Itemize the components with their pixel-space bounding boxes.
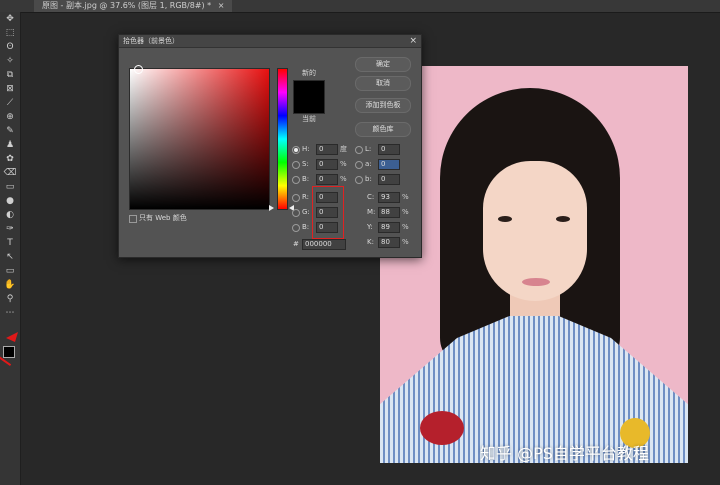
- lasso-tool-icon[interactable]: ʘ: [3, 42, 17, 52]
- tab-close-icon[interactable]: ×: [218, 1, 225, 10]
- eyedropper-tool-icon[interactable]: ⟋: [3, 98, 17, 108]
- frame-tool-icon[interactable]: ⊠: [3, 84, 17, 94]
- red-label: R:: [302, 193, 310, 201]
- marquee-tool-icon[interactable]: ⬚: [3, 28, 17, 38]
- blue-label: B:: [302, 223, 310, 231]
- cyan-label: C:: [367, 193, 375, 201]
- document-tab[interactable]: 原图 - 副本.jpg @ 37.6% (图层 1, RGB/8#) * ×: [34, 0, 233, 12]
- healing-brush-tool-icon[interactable]: ⊕: [3, 112, 17, 122]
- type-tool-icon[interactable]: T: [3, 238, 17, 248]
- close-icon[interactable]: ×: [409, 35, 417, 47]
- path-select-tool-icon[interactable]: ↖: [3, 252, 17, 262]
- b-channel-input[interactable]: 0: [378, 174, 400, 185]
- cyan-input[interactable]: 93: [378, 192, 400, 203]
- eraser-tool-icon[interactable]: ⌫: [3, 168, 17, 178]
- watermark: 知乎 @PS自学平台教程: [480, 444, 649, 463]
- green-label: G:: [302, 208, 310, 216]
- percent-unit: %: [402, 193, 409, 201]
- magenta-input[interactable]: 88: [378, 207, 400, 218]
- magenta-label: M:: [367, 208, 376, 216]
- ok-button[interactable]: 确定: [355, 57, 411, 72]
- brush-tool-icon[interactable]: ✎: [3, 126, 17, 136]
- hue-label: H:: [302, 145, 310, 153]
- black-input[interactable]: 80: [378, 237, 400, 248]
- red-radio[interactable]: [292, 194, 300, 202]
- a-channel-label: a:: [365, 160, 372, 168]
- dialog-title-bar[interactable]: 拾色器（前景色） ×: [119, 35, 421, 48]
- saturation-label: S:: [302, 160, 309, 168]
- photo-lips: [522, 278, 550, 286]
- percent-unit: %: [402, 223, 409, 231]
- dialog-title: 拾色器（前景色）: [123, 37, 179, 45]
- photo-right-eye: [556, 216, 570, 222]
- blur-tool-icon[interactable]: ●: [3, 196, 17, 206]
- hue-slider-left-handle[interactable]: [269, 205, 274, 211]
- move-tool-icon[interactable]: ✥: [3, 14, 17, 24]
- color-field[interactable]: [129, 65, 270, 210]
- brightness-radio[interactable]: [292, 176, 300, 184]
- color-libraries-button[interactable]: 颜色库: [355, 122, 411, 137]
- tools-panel: ✥ ⬚ ʘ ✧ ⧉ ⊠ ⟋ ⊕ ✎ ♟ ✿ ⌫ ▭ ● ◐ ✑ T ↖ ▭ ✋ …: [0, 12, 21, 485]
- b-channel-radio[interactable]: [355, 176, 363, 184]
- quick-select-tool-icon[interactable]: ✧: [3, 56, 17, 66]
- saturation-input[interactable]: 0: [316, 159, 338, 170]
- green-radio[interactable]: [292, 209, 300, 217]
- new-current-color-preview: [293, 80, 325, 114]
- hex-input[interactable]: 000000: [302, 239, 346, 250]
- rectangle-tool-icon[interactable]: ▭: [3, 266, 17, 276]
- hand-tool-icon[interactable]: ✋: [3, 280, 17, 290]
- new-color-label: 新的: [302, 69, 316, 77]
- degree-unit: 度: [340, 145, 347, 153]
- zoom-tool-icon[interactable]: ⚲: [3, 294, 17, 304]
- percent-unit: %: [340, 175, 347, 183]
- lightness-radio[interactable]: [355, 146, 363, 154]
- brightness-input[interactable]: 0: [316, 174, 338, 185]
- current-color-label: 当前: [302, 115, 316, 123]
- more-tools-icon[interactable]: ⋯: [3, 308, 17, 318]
- blue-radio[interactable]: [292, 224, 300, 232]
- saturation-radio[interactable]: [292, 161, 300, 169]
- a-channel-input[interactable]: 0: [378, 159, 400, 170]
- document-tab-title: 原图 - 副本.jpg @ 37.6% (图层 1, RGB/8#) *: [42, 1, 212, 10]
- b-channel-label: b:: [365, 175, 372, 183]
- clone-stamp-tool-icon[interactable]: ♟: [3, 140, 17, 150]
- a-channel-radio[interactable]: [355, 161, 363, 169]
- photo-left-eye: [498, 216, 512, 222]
- color-picker-dialog: 拾色器（前景色） × 新的 当前 确定 取消 添加到色板 颜色库 H: 0 度 …: [118, 34, 422, 258]
- history-brush-tool-icon[interactable]: ✿: [3, 154, 17, 164]
- pen-tool-icon[interactable]: ✑: [3, 224, 17, 234]
- lightness-label: L:: [365, 145, 372, 153]
- document-tab-bar: 原图 - 副本.jpg @ 37.6% (图层 1, RGB/8#) * ×: [0, 0, 720, 13]
- hue-input[interactable]: 0: [316, 144, 338, 155]
- percent-unit: %: [340, 160, 347, 168]
- portrait-photo: [380, 66, 688, 463]
- gradient-tool-icon[interactable]: ▭: [3, 182, 17, 192]
- web-colors-only-checkbox[interactable]: [129, 215, 137, 223]
- web-colors-only-label: 只有 Web 颜色: [139, 214, 187, 222]
- crop-tool-icon[interactable]: ⧉: [3, 70, 17, 80]
- photoshop-window: 原图 - 副本.jpg @ 37.6% (图层 1, RGB/8#) * × ✥…: [0, 0, 720, 485]
- hue-radio[interactable]: [292, 146, 300, 154]
- yellow-input[interactable]: 89: [378, 222, 400, 233]
- lightness-input[interactable]: 0: [378, 144, 400, 155]
- foreground-color-swatch[interactable]: [3, 346, 15, 358]
- photo-flower-red: [420, 411, 464, 445]
- brightness-label: B:: [302, 175, 310, 183]
- color-field-picker[interactable]: [134, 65, 143, 74]
- add-to-swatches-button[interactable]: 添加到色板: [355, 98, 411, 113]
- hex-label: #: [293, 240, 299, 248]
- percent-unit: %: [402, 208, 409, 216]
- hue-slider[interactable]: [277, 68, 288, 210]
- dodge-tool-icon[interactable]: ◐: [3, 210, 17, 220]
- annotation-arrowhead: [6, 332, 18, 342]
- percent-unit: %: [402, 238, 409, 246]
- yellow-label: Y:: [367, 223, 373, 231]
- black-label: K:: [367, 238, 374, 246]
- cancel-button[interactable]: 取消: [355, 76, 411, 91]
- rgb-highlight-box: [312, 186, 344, 239]
